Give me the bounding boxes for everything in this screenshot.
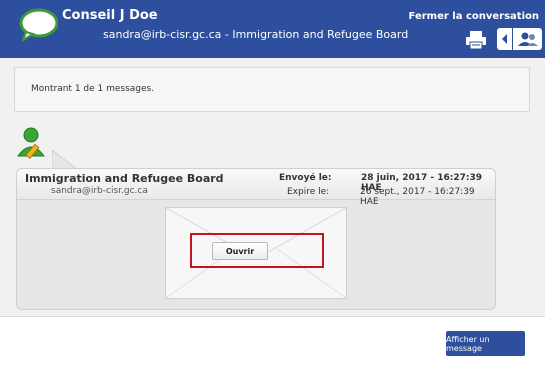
conversation-panel: Montrant 1 de 1 messages. Immigration an… (0, 58, 545, 316)
show-message-button[interactable]: Afficher un message (446, 331, 525, 356)
sender-name: Immigration and Refugee Board (25, 172, 224, 185)
close-conversation-link[interactable]: Fermer la conversation (409, 11, 539, 22)
conversation-title: Conseil J Doe (62, 8, 158, 23)
expires-label: Expire le: (287, 187, 330, 197)
back-contacts-button[interactable] (497, 28, 542, 50)
message-count-text: Montrant 1 de 1 messages. (31, 84, 155, 94)
button-divider (512, 28, 513, 50)
sender-email: sandra@irb-cisr.gc.ca (51, 186, 148, 196)
chat-bubble-icon (19, 8, 58, 42)
back-arrow-icon (502, 34, 507, 44)
app-header: Conseil J Doe sandra@irb-cisr.gc.ca - Im… (0, 0, 545, 58)
footer-divider (0, 316, 545, 317)
printer-icon[interactable] (465, 30, 487, 50)
conversation-subtitle: sandra@irb-cisr.gc.ca - Immigration and … (103, 28, 409, 41)
message-header: Immigration and Refugee Board sandra@irb… (17, 169, 495, 207)
message-count-bar: Montrant 1 de 1 messages. (14, 67, 530, 112)
sent-label: Envoyé le: (279, 173, 332, 183)
user-avatar-icon (17, 127, 45, 159)
contacts-icon (518, 32, 538, 46)
open-message-button[interactable]: Ouvrir (212, 242, 268, 260)
expires-date: 26 sept., 2017 - 16:27:39 HAE (360, 187, 475, 207)
